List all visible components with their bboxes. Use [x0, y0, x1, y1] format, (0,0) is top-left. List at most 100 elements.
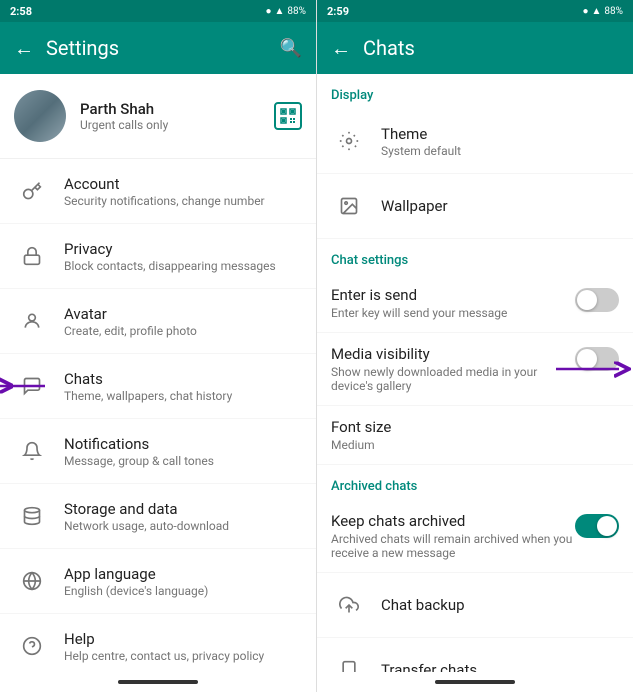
wifi-icon: ● — [265, 6, 271, 17]
right-status-bar: 2:59 ● ▲ 88% — [317, 0, 633, 22]
settings-item-chats[interactable]: Chats Theme, wallpapers, chat history — [0, 354, 316, 419]
right-phone: 2:59 ● ▲ 88% ← Chats Display Theme Syste… — [317, 0, 633, 692]
right-wifi-icon: ● — [582, 6, 588, 17]
chat-settings-header: Chat settings — [317, 239, 633, 274]
search-button[interactable]: 🔍 — [280, 38, 302, 59]
keep-archived-toggle[interactable] — [575, 514, 619, 538]
avatar — [14, 90, 66, 142]
signal-icon: ▲ — [275, 6, 285, 17]
keep-archived-item: Keep chats archived Archived chats will … — [317, 500, 633, 573]
profile-section[interactable]: Parth Shah Urgent calls only — [0, 74, 316, 159]
left-status-icons: ● ▲ 88% — [265, 6, 306, 17]
chats-icon — [14, 368, 50, 404]
help-icon — [14, 628, 50, 664]
wallpaper-icon — [331, 188, 367, 224]
avatar-subtitle: Create, edit, profile photo — [64, 324, 302, 338]
left-screen-title: Settings — [46, 36, 280, 60]
theme-title: Theme — [381, 125, 619, 143]
privacy-title: Privacy — [64, 240, 302, 258]
right-top-bar: ← Chats — [317, 22, 633, 74]
right-bottom-bar — [317, 672, 633, 692]
font-size-subtitle: Medium — [331, 438, 619, 452]
qr-button[interactable] — [274, 102, 302, 130]
avatar-text: Avatar Create, edit, profile photo — [64, 305, 302, 338]
right-back-button[interactable]: ← — [331, 36, 351, 61]
left-bottom-bar — [0, 672, 316, 692]
media-visibility-text: Media visibility Show newly downloaded m… — [331, 345, 575, 393]
language-title: App language — [64, 565, 302, 583]
chat-backup-title: Chat backup — [381, 596, 465, 614]
left-top-bar: ← Settings 🔍 — [0, 22, 316, 74]
language-text: App language English (device's language) — [64, 565, 302, 598]
profile-name: Parth Shah — [80, 100, 274, 118]
right-signal-icon: ▲ — [592, 6, 602, 17]
theme-icon — [331, 123, 367, 159]
privacy-icon — [14, 238, 50, 274]
right-screen-title: Chats — [363, 36, 619, 60]
enter-is-send-toggle[interactable] — [575, 288, 619, 312]
avatar-image — [14, 90, 66, 142]
profile-status: Urgent calls only — [80, 118, 274, 132]
help-subtitle: Help centre, contact us, privacy policy — [64, 649, 302, 663]
right-content: Display Theme System default Wallpaper C… — [317, 74, 633, 672]
left-content: Parth Shah Urgent calls only — [0, 74, 316, 672]
settings-item-privacy[interactable]: Privacy Block contacts, disappearing mes… — [0, 224, 316, 289]
right-battery: 88% — [604, 6, 623, 17]
archived-chats-header: Archived chats — [317, 465, 633, 500]
chats-title: Chats — [64, 370, 302, 388]
transfer-chats-title: Transfer chats — [381, 661, 477, 672]
notifications-text: Notifications Message, group & call tone… — [64, 435, 302, 468]
media-visibility-title: Media visibility — [331, 345, 575, 363]
enter-is-send-text: Enter is send Enter key will send your m… — [331, 286, 575, 320]
theme-item[interactable]: Theme System default — [317, 109, 633, 174]
keep-archived-title: Keep chats archived — [331, 512, 575, 530]
enter-is-send-title: Enter is send — [331, 286, 575, 304]
storage-title: Storage and data — [64, 500, 302, 518]
enter-is-send-subtitle: Enter key will send your message — [331, 306, 575, 320]
storage-icon — [14, 498, 50, 534]
settings-item-language[interactable]: App language English (device's language) — [0, 549, 316, 614]
privacy-text: Privacy Block contacts, disappearing mes… — [64, 240, 302, 273]
media-visibility-item: Media visibility Show newly downloaded m… — [317, 333, 633, 406]
transfer-chats-icon — [331, 652, 367, 672]
keep-archived-knob — [597, 516, 617, 536]
enter-is-send-item: Enter is send Enter key will send your m… — [317, 274, 633, 333]
battery-icon: 88% — [287, 6, 306, 17]
storage-subtitle: Network usage, auto-download — [64, 519, 302, 533]
media-visibility-toggle[interactable] — [575, 347, 619, 371]
right-status-icons: ● ▲ 88% — [582, 6, 623, 17]
keep-archived-subtitle: Archived chats will remain archived when… — [331, 532, 575, 560]
settings-item-avatar[interactable]: Avatar Create, edit, profile photo — [0, 289, 316, 354]
font-size-item[interactable]: Font size Medium — [317, 406, 633, 465]
keep-archived-text: Keep chats archived Archived chats will … — [331, 512, 575, 560]
profile-info: Parth Shah Urgent calls only — [80, 100, 274, 132]
right-time: 2:59 — [327, 5, 349, 18]
wallpaper-item[interactable]: Wallpaper — [317, 174, 633, 239]
privacy-subtitle: Block contacts, disappearing messages — [64, 259, 302, 273]
left-back-button[interactable]: ← — [14, 36, 34, 61]
notifications-icon — [14, 433, 50, 469]
settings-item-notifications[interactable]: Notifications Message, group & call tone… — [0, 419, 316, 484]
font-size-title: Font size — [331, 418, 619, 436]
help-title: Help — [64, 630, 302, 648]
left-time: 2:58 — [10, 5, 32, 18]
notifications-title: Notifications — [64, 435, 302, 453]
language-icon — [14, 563, 50, 599]
media-visibility-subtitle: Show newly downloaded media in your devi… — [331, 365, 575, 393]
theme-subtitle: System default — [381, 144, 619, 158]
account-title: Account — [64, 175, 302, 193]
transfer-chats-item[interactable]: Transfer chats — [317, 638, 633, 672]
settings-item-help[interactable]: Help Help centre, contact us, privacy po… — [0, 614, 316, 672]
storage-text: Storage and data Network usage, auto-dow… — [64, 500, 302, 533]
media-visibility-knob — [577, 349, 597, 369]
display-section-header: Display — [317, 74, 633, 109]
notifications-subtitle: Message, group & call tones — [64, 454, 302, 468]
wallpaper-title: Wallpaper — [381, 197, 448, 215]
settings-item-storage[interactable]: Storage and data Network usage, auto-dow… — [0, 484, 316, 549]
chat-backup-item[interactable]: Chat backup — [317, 573, 633, 638]
left-phone: 2:58 ● ▲ 88% ← Settings 🔍 Parth Shah Urg… — [0, 0, 316, 692]
chats-subtitle: Theme, wallpapers, chat history — [64, 389, 302, 403]
account-icon — [14, 173, 50, 209]
account-text: Account Security notifications, change n… — [64, 175, 302, 208]
settings-item-account[interactable]: Account Security notifications, change n… — [0, 159, 316, 224]
